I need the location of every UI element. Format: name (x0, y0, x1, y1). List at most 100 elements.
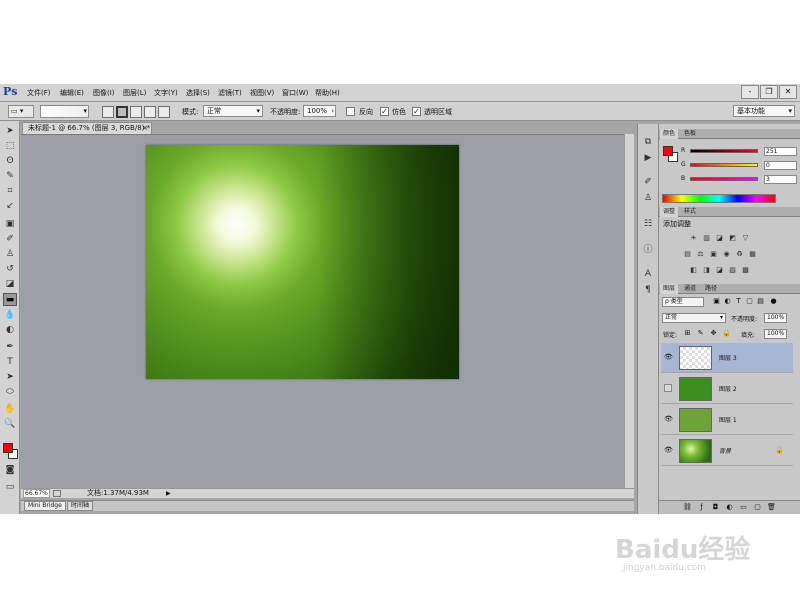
reflected-gradient-button[interactable] (144, 106, 156, 118)
eyedropper-tool-icon[interactable]: ↙ (3, 200, 17, 213)
blend-mode-select[interactable]: 正常 ▾ (662, 313, 726, 323)
tab-timeline[interactable]: 时间轴 (67, 501, 94, 511)
tab-layers[interactable]: 图层 (660, 284, 679, 294)
shape-tool-icon[interactable]: ⬭ (3, 386, 17, 399)
layer-row-layer1[interactable]: 👁 图层 1 (661, 405, 793, 435)
menu-filter[interactable]: 滤镜(T) (218, 88, 242, 98)
new-group-icon[interactable]: ▭ (739, 503, 748, 512)
menu-type[interactable]: 文字(Y) (154, 88, 178, 98)
link-layers-icon[interactable]: ⛓ (683, 503, 692, 512)
filter-shape-icon[interactable]: ▢ (745, 297, 754, 306)
lasso-tool-icon[interactable]: ʘ (3, 155, 17, 168)
history-brush-tool-icon[interactable]: ↺ (3, 263, 17, 276)
close-icon[interactable]: × (142, 123, 148, 134)
levels-icon[interactable]: ▥ (702, 234, 711, 243)
brightness-contrast-icon[interactable]: ☀ (689, 234, 698, 243)
layer-row-layer3[interactable]: 👁 图层 3 (661, 343, 793, 373)
zoom-tool-icon[interactable]: 🔍 (3, 418, 17, 431)
menu-window[interactable]: 窗口(W) (282, 88, 308, 98)
layer-mask-icon[interactable]: ◘ (711, 503, 720, 512)
eraser-tool-icon[interactable]: ◪ (3, 278, 17, 291)
workspace-select[interactable]: 基本功能 ▾ (733, 105, 795, 117)
marquee-tool-icon[interactable]: ⬚ (3, 140, 17, 153)
lock-image-icon[interactable]: ✎ (696, 329, 705, 338)
color-spectrum-bar[interactable] (662, 194, 776, 203)
tab-paths[interactable]: 路径 (702, 284, 720, 294)
tab-mini-bridge[interactable]: Mini Bridge (24, 501, 66, 511)
hue-saturation-icon[interactable]: ▤ (683, 250, 692, 259)
restore-button[interactable]: ❐ (760, 85, 778, 99)
color-balance-icon[interactable]: ⚖ (696, 250, 705, 259)
reverse-checkbox[interactable] (346, 107, 355, 116)
curves-icon[interactable]: ◪ (715, 234, 724, 243)
vertical-scrollbar[interactable] (624, 134, 634, 488)
brush-panel-icon[interactable]: ✐ (642, 176, 654, 188)
type-tool-icon[interactable]: T (3, 356, 17, 369)
b-value-input[interactable]: 3 (764, 175, 797, 184)
tab-styles[interactable]: 样式 (681, 207, 699, 217)
blue-slider[interactable] (690, 177, 758, 181)
status-menu-arrow-icon[interactable]: ▶ (166, 489, 171, 498)
dodge-tool-icon[interactable]: ◐ (3, 324, 17, 337)
fill-input[interactable]: 100% (764, 329, 787, 339)
visibility-toggle-off[interactable] (664, 384, 672, 392)
quick-select-tool-icon[interactable]: ✎ (3, 170, 17, 183)
exposure-icon[interactable]: ◩ (728, 234, 737, 243)
filter-adjust-icon[interactable]: ◐ (723, 297, 732, 306)
tool-preset-picker[interactable]: ▭ ▾ (8, 105, 34, 118)
actions-panel-icon[interactable]: ▶ (642, 152, 654, 164)
character-panel-icon[interactable]: A (642, 268, 654, 280)
menu-help[interactable]: 帮助(H) (315, 88, 340, 98)
diamond-gradient-button[interactable] (158, 106, 170, 118)
info-panel-icon[interactable]: ⓘ (642, 244, 654, 256)
move-tool-icon[interactable]: ➤ (3, 125, 17, 138)
tab-adjustments[interactable]: 调整 (660, 207, 679, 217)
mode-select[interactable]: 正常 ▾ (203, 105, 263, 117)
layer-filter-select[interactable]: ρ 类型 (662, 297, 704, 307)
tab-color[interactable]: 颜色 (660, 129, 679, 139)
share-icon[interactable] (53, 490, 61, 497)
healing-brush-tool-icon[interactable]: ▣ (3, 218, 17, 231)
menu-select[interactable]: 选择(S) (186, 88, 210, 98)
radial-gradient-button[interactable] (116, 106, 128, 118)
zoom-field[interactable]: 66.67% (23, 489, 50, 498)
delete-layer-icon[interactable]: 🗑 (767, 503, 776, 512)
screen-mode-icon[interactable]: ▭ (3, 481, 17, 494)
menu-view[interactable]: 视图(V) (250, 88, 274, 98)
eye-icon[interactable]: 👁 (664, 446, 673, 454)
blur-tool-icon[interactable]: 💧 (3, 309, 17, 322)
path-select-tool-icon[interactable]: ➤ (3, 371, 17, 384)
photo-filter-icon[interactable]: ◉ (722, 250, 731, 259)
new-layer-icon[interactable]: ▢ (753, 503, 762, 512)
menu-image[interactable]: 图像(I) (93, 88, 115, 98)
pen-tool-icon[interactable]: ✒ (3, 341, 17, 354)
opacity-input[interactable]: 100% › (303, 105, 336, 117)
hand-tool-icon[interactable]: ✋ (3, 403, 17, 416)
layer-opacity-input[interactable]: 100% (764, 313, 787, 323)
layer-row-layer2[interactable]: 图层 2 (661, 374, 793, 404)
properties-panel-icon[interactable]: ☷ (642, 218, 654, 230)
document-tab[interactable]: 未标题-1 @ 66.7% (图层 3, RGB/8) * × (22, 122, 152, 134)
brush-tool-icon[interactable]: ✐ (3, 233, 17, 246)
close-button[interactable]: ✕ (779, 85, 797, 99)
g-value-input[interactable]: 0 (764, 161, 797, 170)
layer-row-background[interactable]: 👁 背景 🔒 (661, 436, 793, 466)
adjustment-layer-icon[interactable]: ◐ (725, 503, 734, 512)
tab-swatches[interactable]: 色板 (681, 129, 699, 139)
menu-file[interactable]: 文件(F) (27, 88, 51, 98)
layer-style-icon[interactable]: ƒ (697, 503, 706, 512)
gradient-map-icon[interactable]: ▧ (728, 266, 737, 275)
foreground-color-swatch-top[interactable] (3, 443, 13, 453)
filter-pixel-icon[interactable]: ▣ (712, 297, 721, 306)
tab-channels[interactable]: 通道 (681, 284, 699, 294)
lock-all-icon[interactable]: 🔒 (722, 329, 731, 338)
gradient-picker[interactable]: ▾ (40, 105, 89, 118)
clone-stamp-tool-icon[interactable]: ♙ (3, 248, 17, 261)
threshold-icon[interactable]: ◪ (715, 266, 724, 275)
filter-toggle-icon[interactable]: ● (769, 297, 778, 306)
clone-source-panel-icon[interactable]: ♙ (642, 192, 654, 204)
invert-icon[interactable]: ◧ (689, 266, 698, 275)
linear-gradient-button[interactable] (102, 106, 114, 118)
filter-smart-icon[interactable]: ▤ (756, 297, 765, 306)
history-panel-icon[interactable]: ⧉ (642, 136, 654, 148)
